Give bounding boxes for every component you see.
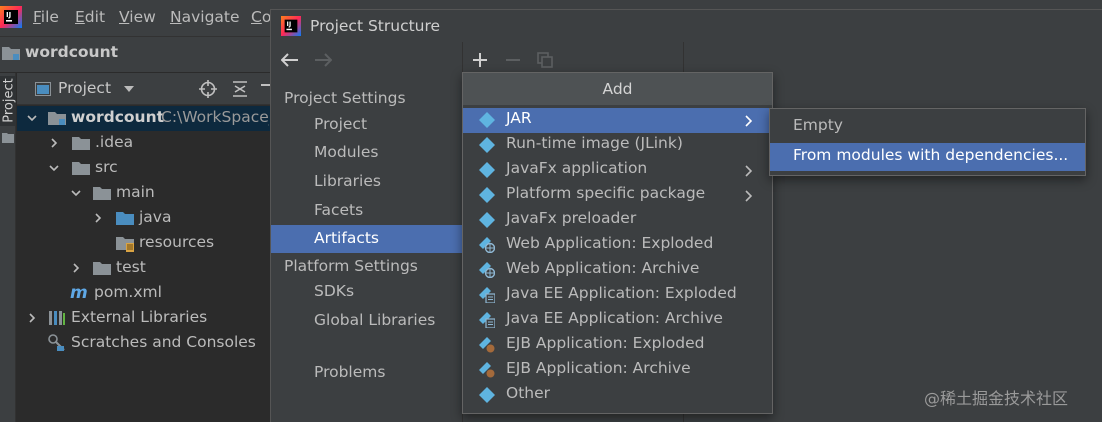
popup-item-ejb-exploded[interactable]: EJB Application: Exploded [463,333,772,358]
breadcrumb-project[interactable]: wordcount [25,43,118,61]
module-folder-icon [2,46,20,60]
project-view-selector[interactable]: Project [58,79,111,97]
folder-icon [72,136,90,150]
tree-root-path: C:\WorkSpace_ [161,108,269,126]
tree-label-external-libraries[interactable]: External Libraries [71,308,207,326]
artifact-diamond-icon [479,387,495,403]
javaee-artifact-icon [479,287,495,303]
popup-item-javafx-application[interactable]: JavaFx application [463,158,772,183]
popup-item-javaee-archive[interactable]: Java EE Application: Archive [463,308,772,333]
tree-label-resources[interactable]: resources [139,233,214,251]
chevron-down-icon[interactable] [71,188,81,198]
scratches-icon [48,334,66,352]
menu-edit[interactable]: Edit [75,8,105,26]
intellij-logo-icon: IJ [0,6,22,28]
chevron-right-icon [745,165,753,177]
chevron-right-icon[interactable] [49,138,59,148]
popup-item-other[interactable]: Other [463,383,772,408]
menu-view[interactable]: View [119,8,156,26]
tree-label-idea[interactable]: .idea [95,133,133,151]
sidebar-item-problems[interactable]: Problems [271,359,462,387]
add-icon[interactable] [472,52,488,68]
libraries-icon [48,310,66,326]
locate-icon[interactable] [199,80,217,98]
structure-tool-icon[interactable] [2,132,14,144]
add-popup-title: Add [463,73,772,105]
back-arrow-icon[interactable] [281,53,299,67]
popup-item-platform-specific-package[interactable]: Platform specific package [463,183,772,208]
tree-label-scratches[interactable]: Scratches and Consoles [71,333,256,351]
chevron-down-icon[interactable] [124,86,134,92]
artifact-diamond-icon [479,162,495,178]
submenu-item-from-modules[interactable]: From modules with dependencies... [770,143,1085,171]
folder-icon [93,261,111,275]
menu-code[interactable]: Co [251,8,271,26]
javaee-artifact-icon [479,312,495,328]
artifact-diamond-icon [479,212,495,228]
sidebar-item-project[interactable]: Project [271,111,462,139]
menu-navigate[interactable]: Navigate [170,8,240,26]
watermark: @稀土掘金技术社区 [924,389,1069,408]
popup-item-web-archive[interactable]: Web Application: Archive [463,258,772,283]
popup-item-jar[interactable]: JAR [463,108,772,133]
folder-icon [72,161,90,175]
project-view-icon [35,82,51,96]
project-tool-tab-label: Project [1,78,17,123]
chevron-right-icon[interactable] [93,213,103,223]
tree-label-main[interactable]: main [116,183,155,201]
artifact-diamond-icon [479,187,495,203]
popup-item-ejb-archive[interactable]: EJB Application: Archive [463,358,772,383]
section-platform-settings: Platform Settings [284,257,418,275]
resources-folder-icon [116,236,134,252]
popup-item-javaee-exploded[interactable]: Java EE Application: Exploded [463,283,772,308]
tree-label-test[interactable]: test [116,258,146,276]
svg-text:IJ: IJ [6,11,11,19]
web-artifact-icon [479,237,495,253]
web-artifact-icon [479,262,495,278]
sidebar-item-artifacts[interactable]: Artifacts [271,225,462,253]
module-folder-icon [48,111,66,125]
forward-arrow-icon[interactable] [314,53,332,67]
sidebar-item-global-libraries[interactable]: Global Libraries [271,307,462,335]
tree-label-pom[interactable]: pom.xml [94,283,162,301]
chevron-right-icon[interactable] [27,313,37,323]
section-project-settings: Project Settings [284,89,406,107]
remove-icon[interactable] [505,52,521,68]
collapse-all-icon[interactable] [231,80,249,98]
tree-label-src[interactable]: src [95,158,118,176]
maven-m-icon: m [70,283,88,303]
sidebar-item-sdks[interactable]: SDKs [271,278,462,306]
svg-text:IJ: IJ [286,21,291,28]
chevron-right-icon [745,190,753,202]
chevron-down-icon[interactable] [27,113,37,123]
popup-item-web-exploded[interactable]: Web Application: Exploded [463,233,772,258]
ejb-artifact-icon [479,337,495,353]
sidebar-item-libraries[interactable]: Libraries [271,168,462,196]
artifact-diamond-icon [479,112,495,128]
intellij-logo-icon: IJ [281,16,301,36]
sidebar-item-facets[interactable]: Facets [271,197,462,225]
dialog-title: Project Structure [310,17,441,35]
chevron-down-icon[interactable] [49,163,59,173]
submenu-item-empty[interactable]: Empty [770,113,1085,141]
ejb-artifact-icon [479,362,495,378]
artifact-diamond-icon [479,137,495,153]
popup-item-javafx-preloader[interactable]: JavaFx preloader [463,208,772,233]
tree-label-root: wordcount [71,108,165,126]
menu-file[interactable]: File [33,8,59,26]
folder-icon [93,186,111,200]
sidebar-item-modules[interactable]: Modules [271,139,462,167]
copy-icon[interactable] [537,52,553,68]
popup-item-runtime-image[interactable]: Run-time image (JLink) [463,133,772,158]
source-folder-icon [116,211,134,225]
chevron-right-icon [745,115,753,127]
tree-label-java[interactable]: java [139,208,171,226]
chevron-right-icon[interactable] [71,263,81,273]
